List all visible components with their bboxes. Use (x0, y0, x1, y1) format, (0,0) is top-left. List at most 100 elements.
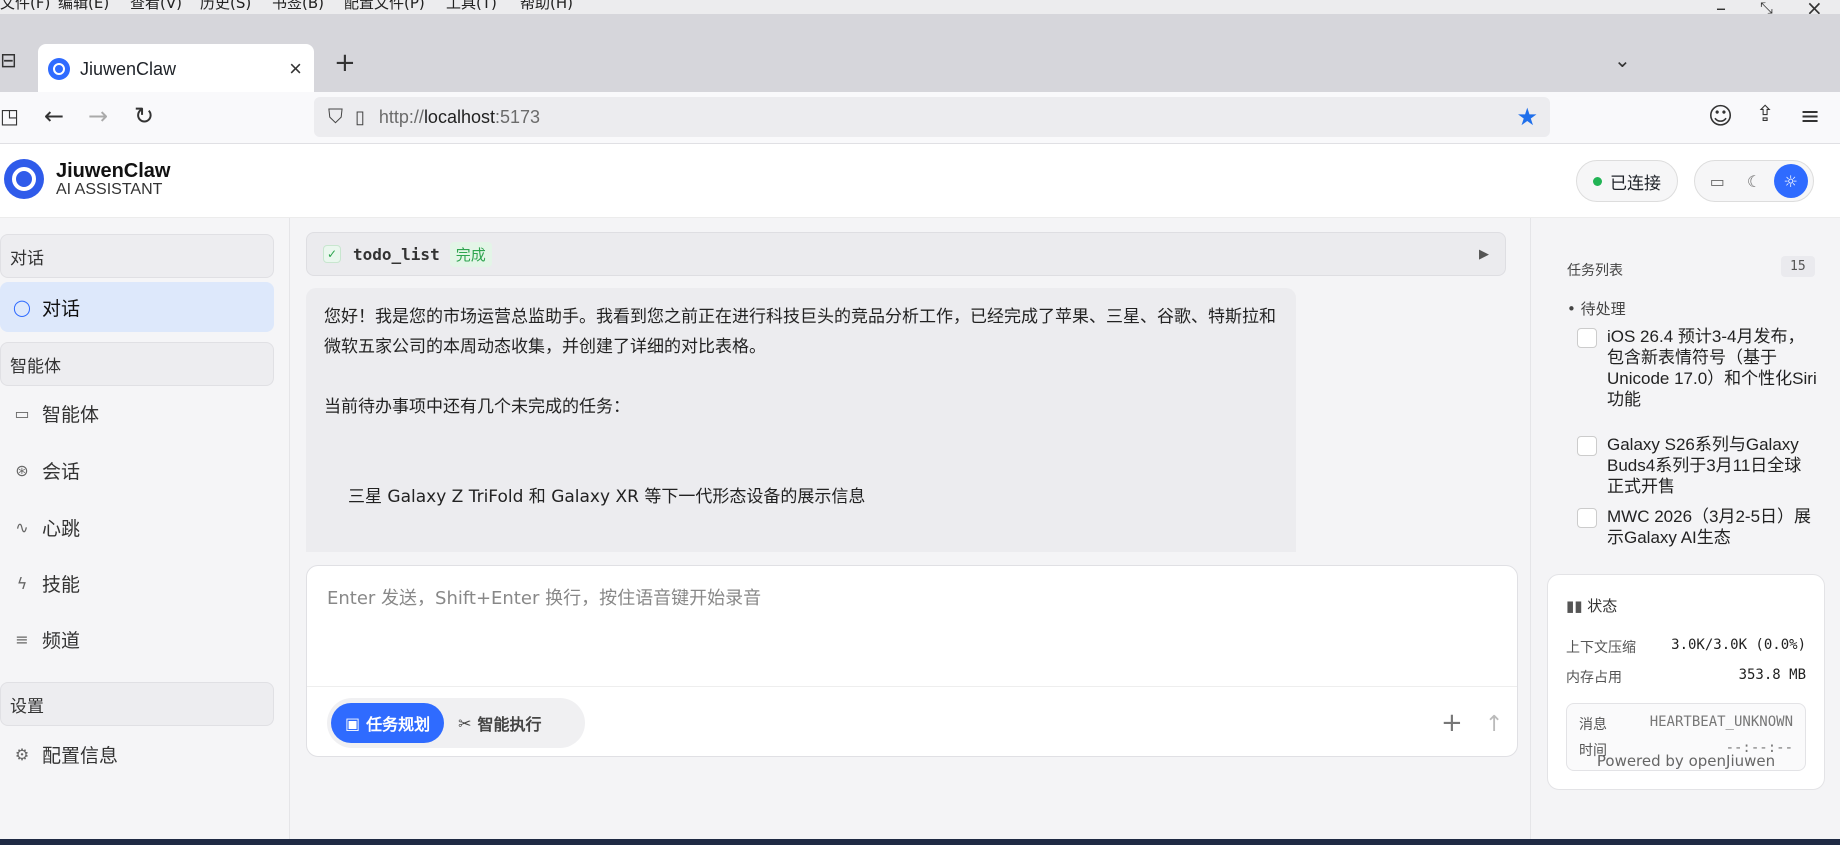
address-bar[interactable]: ⛉ ▯ http://localhost:5173 ★ (314, 97, 1550, 137)
heartbeat-msg-value: HEARTBEAT_UNKNOWN (1649, 714, 1793, 730)
sidebar-item-label: 对话 (42, 297, 81, 320)
brand-logo-icon (4, 159, 44, 199)
menu-view[interactable]: 查看(V) (130, 0, 182, 13)
context-value: 3.0K/3.0K (0.0%) (1671, 637, 1806, 653)
tool-name: todo_list (353, 244, 440, 264)
connection-status-label: 已连接 (1610, 173, 1661, 194)
forward-icon[interactable]: → (88, 102, 108, 130)
browser-menubar: 文件(F) 编辑(E) 查看(V) 历史(S) 书签(B) 配置文件(P) 工具… (0, 0, 1840, 14)
sidebar-item-skills[interactable]: ϟ 技能 (0, 558, 274, 608)
mode-plan-label: 任务规划 (366, 715, 431, 734)
task-list: iOS 26.4 预计3-4月发布，包含新表情符号（基于Unicode 17.0… (1531, 324, 1840, 570)
extensions-icon[interactable]: ⇪ (1756, 102, 1774, 127)
hamburger-menu-icon[interactable]: ≡ (1800, 102, 1820, 130)
sidebar-toggle-icon[interactable]: ◳ (0, 104, 19, 128)
sidebar-item-channels[interactable]: ≡ 频道 (0, 614, 274, 664)
message-paragraph: 您好！我是您的市场运营总监助手。我看到您之前正在进行科技巨头的竞品分析工作，已经… (324, 307, 1276, 357)
check-icon: ✓ (323, 245, 341, 263)
sidebar: 对话 ◯ 对话 智能体 ▭ 智能体 ⊛ 会话 ∿ 心跳 ϟ 技能 ≡ 频道 设置… (0, 218, 290, 845)
account-icon[interactable]: ☺ (1708, 102, 1733, 130)
tab-list-chevron-icon[interactable]: ⌄ (1614, 48, 1631, 72)
heartbeat-message-row: 消息 HEARTBEAT_UNKNOWN (1579, 714, 1793, 734)
sidebar-section-chat: 对话 (0, 234, 274, 278)
clipboard-icon: ▣ (345, 713, 361, 733)
expand-triangle-icon[interactable]: ▶ (1479, 247, 1489, 262)
mode-plan-button[interactable]: ▣ 任务规划 (331, 703, 445, 743)
tab-overview-icon[interactable]: ⊟ (0, 48, 17, 72)
right-panel: 任务列表 15 • 待处理 iOS 26.4 预计3-4月发布，包含新表情符号（… (1530, 218, 1840, 845)
task-checkbox[interactable] (1577, 436, 1597, 456)
status-row-memory: 内存占用 353.8 MB (1566, 667, 1806, 687)
shield-icon[interactable]: ⛉ (328, 106, 343, 129)
mode-switcher: ▣ 任务规划 ✂ 智能执行 (327, 698, 585, 748)
close-window-icon[interactable]: × (1806, 0, 1823, 14)
sidebar-section-settings: 设置 (0, 682, 274, 726)
menu-bookmarks[interactable]: 书签(B) (272, 0, 324, 13)
new-tab-icon[interactable]: + (334, 48, 356, 78)
browser-tab[interactable]: JiuwenClaw × (38, 44, 314, 94)
bookmark-star-icon[interactable]: ★ (1516, 103, 1538, 132)
reload-icon[interactable]: ↻ (134, 102, 154, 130)
brand-name: JiuwenClaw (56, 160, 171, 182)
menu-file[interactable]: 文件(F) (0, 0, 50, 13)
task-item: Galaxy S26系列与Galaxy Buds4系列于3月11日全球正式开售 (1577, 434, 1817, 497)
theme-switcher: ▭ ☾ ☼ (1694, 160, 1814, 202)
task-count-badge: 15 (1781, 256, 1815, 277)
app-header: JiuwenClaw AI ASSISTANT 已连接 ▭ ☾ ☼ (0, 144, 1840, 218)
task-checkbox[interactable] (1577, 508, 1597, 528)
theme-system-icon[interactable]: ▭ (1700, 164, 1734, 198)
task-list-title: 任务列表 (1567, 263, 1623, 279)
context-label: 上下文压缩 (1566, 640, 1636, 656)
tab-strip: ⊟ JiuwenClaw × + ⌄ (0, 14, 1840, 94)
menu-profiles[interactable]: 配置文件(P) (344, 0, 425, 13)
sidebar-item-agents[interactable]: ▭ 智能体 (0, 388, 274, 438)
menu-tools[interactable]: 工具(T) (446, 0, 497, 13)
page-info-icon[interactable]: ▯ (355, 107, 365, 128)
minimize-icon[interactable]: – (1716, 0, 1726, 14)
browser-toolbar: ◳ ← → ↻ ⛉ ▯ http://localhost:5173 ★ ☺ ⇪ … (0, 92, 1840, 144)
sidebar-item-heartbeat[interactable]: ∿ 心跳 (0, 502, 274, 552)
message-input[interactable]: Enter 发送，Shift+Enter 换行，按住语音键开始录音 (327, 584, 761, 610)
restore-icon[interactable]: ⤡ (1760, 0, 1773, 14)
brand: JiuwenClaw AI ASSISTANT (56, 160, 170, 199)
url-text: http://localhost:5173 (378, 106, 541, 127)
theme-dark-moon-icon[interactable]: ☾ (1737, 164, 1771, 198)
bar-chart-icon: ▮▮ (1566, 597, 1588, 615)
heartbeat-msg-label: 消息 (1579, 717, 1607, 733)
menu-history[interactable]: 历史(S) (200, 0, 251, 13)
sidebar-item-label: 智能体 (42, 403, 100, 426)
connection-status-badge: 已连接 (1576, 160, 1678, 202)
os-taskbar (0, 839, 1840, 845)
tool-status-badge: 完成 (449, 241, 492, 267)
task-item: iOS 26.4 预计3-4月发布，包含新表情符号（基于Unicode 17.0… (1577, 326, 1817, 410)
mode-exec-button[interactable]: ✂ 智能执行 (444, 703, 555, 743)
pending-label: • 待处理 (1567, 300, 1626, 318)
tools-icon: ✂ (458, 713, 472, 733)
sidebar-item-chat[interactable]: ◯ 对话 (0, 282, 274, 332)
tool-call-row[interactable]: ✓ todo_list 完成 ▶ (306, 232, 1506, 276)
mode-exec-label: 智能执行 (477, 715, 542, 734)
chat-bubble-icon: ◯ (13, 297, 31, 317)
message-list-item: 三星 Galaxy Z TriFold 和 Galaxy XR 等下一代形态设备… (348, 487, 866, 507)
monitor-icon: ▭ (14, 403, 30, 423)
app-root: JiuwenClaw AI ASSISTANT 已连接 ▭ ☾ ☼ 对话 ◯ 对… (0, 144, 1840, 845)
menu-help[interactable]: 帮助(H) (520, 0, 573, 13)
sidebar-item-sessions[interactable]: ⊛ 会话 (0, 445, 274, 495)
add-attachment-icon[interactable]: + (1441, 708, 1463, 738)
message-composer: Enter 发送，Shift+Enter 换行，按住语音键开始录音 ▣ 任务规划… (306, 565, 1518, 757)
send-arrow-icon[interactable]: ↑ (1485, 712, 1503, 737)
close-tab-icon[interactable]: × (289, 56, 302, 82)
sidebar-item-label: 频道 (42, 629, 81, 652)
menu-edit[interactable]: 编辑(E) (58, 0, 109, 13)
tab-title: JiuwenClaw (80, 58, 177, 79)
theme-light-sun-icon[interactable]: ☼ (1773, 164, 1808, 198)
sidebar-item-label: 心跳 (42, 517, 81, 540)
sidebar-item-label: 配置信息 (42, 744, 119, 767)
session-icon: ⊛ (15, 460, 29, 480)
back-icon[interactable]: ← (44, 102, 64, 130)
task-checkbox[interactable] (1577, 328, 1597, 348)
sidebar-item-config[interactable]: ⚙ 配置信息 (0, 729, 274, 779)
status-title: ▮▮ 状态 (1566, 597, 1618, 615)
powered-by-footer: Powered by openJiuwen (1596, 752, 1776, 770)
gear-icon: ⚙ (14, 744, 30, 764)
